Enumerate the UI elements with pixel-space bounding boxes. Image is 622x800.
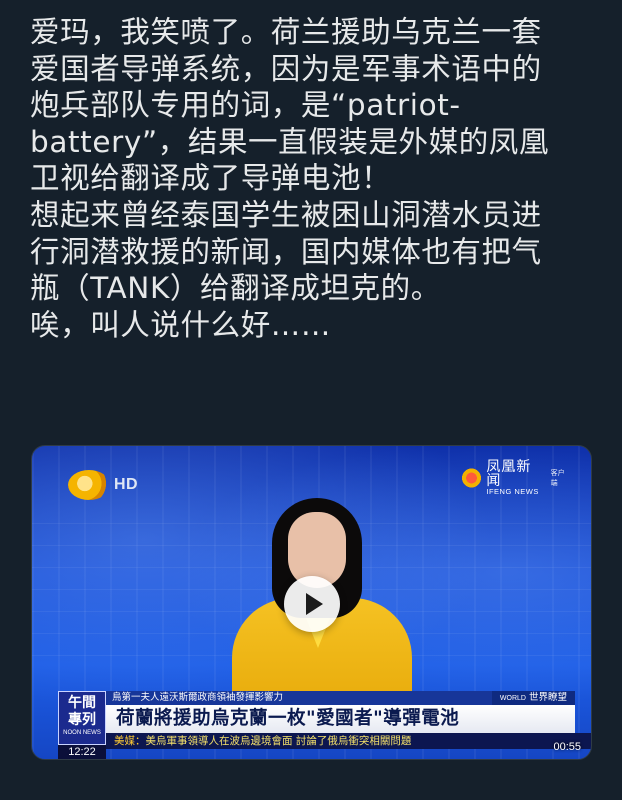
hd-label: HD: [114, 476, 139, 493]
play-button[interactable]: [284, 576, 340, 632]
ifeng-logo-en: IFENG NEWS: [486, 487, 539, 497]
ticker-bottom-source: 美媒：: [114, 735, 146, 747]
video-duration: 00:55: [553, 741, 581, 753]
ticker-bottom-text: 美烏軍事領導人在波烏邊境會面 討論了俄烏衝突相關問題: [145, 735, 412, 747]
badge-line-1: 午間: [68, 695, 96, 711]
play-icon: [306, 593, 323, 615]
badge-line-2: 專列: [68, 712, 96, 728]
ifeng-logo-sub: 客户端: [550, 469, 565, 487]
news-ticker: 午間 專列 NOON NEWS 12:22 烏第一夫人遠沃斯爾政商領袖發揮影響力…: [32, 691, 591, 759]
ifeng-logo-icon: [461, 467, 483, 489]
ticker-bottom-strip: 美媒：美烏軍事領導人在波烏邊境會面 討論了俄烏衝突相關問題: [106, 733, 591, 749]
ifeng-news-logo: 凤凰新闻 IFENG NEWS 客户端: [455, 459, 577, 497]
ticker-headline: 荷蘭將援助烏克蘭一枚"愛國者"導彈電池: [106, 705, 575, 733]
ifeng-logo-zh: 凤凰新闻: [486, 459, 532, 490]
video-thumbnail[interactable]: HD 凤凰新闻 IFENG NEWS 客户端 午間 專列 NOON NEWS 1…: [31, 445, 592, 760]
ticker-top-text: 烏第一夫人遠沃斯爾政商領袖發揮影響力: [112, 692, 284, 703]
world-section-label: WORLD 世界瞭望: [491, 691, 575, 705]
noon-news-badge: 午間 專列 NOON NEWS: [58, 691, 106, 745]
broadcast-time: 12:22: [58, 745, 106, 759]
ticker-top-strip: 烏第一夫人遠沃斯爾政商領袖發揮影響力 WORLD 世界瞭望: [106, 691, 575, 705]
badge-line-3: NOON NEWS: [63, 730, 101, 736]
phoenix-logo-icon: [68, 470, 110, 500]
post-text: 爱玛，我笑喷了。荷兰援助乌克兰一套 爱国者导弹系统，因为是军事术语中的 炮兵部队…: [30, 15, 550, 342]
phoenix-tv-logo: HD: [68, 470, 138, 500]
